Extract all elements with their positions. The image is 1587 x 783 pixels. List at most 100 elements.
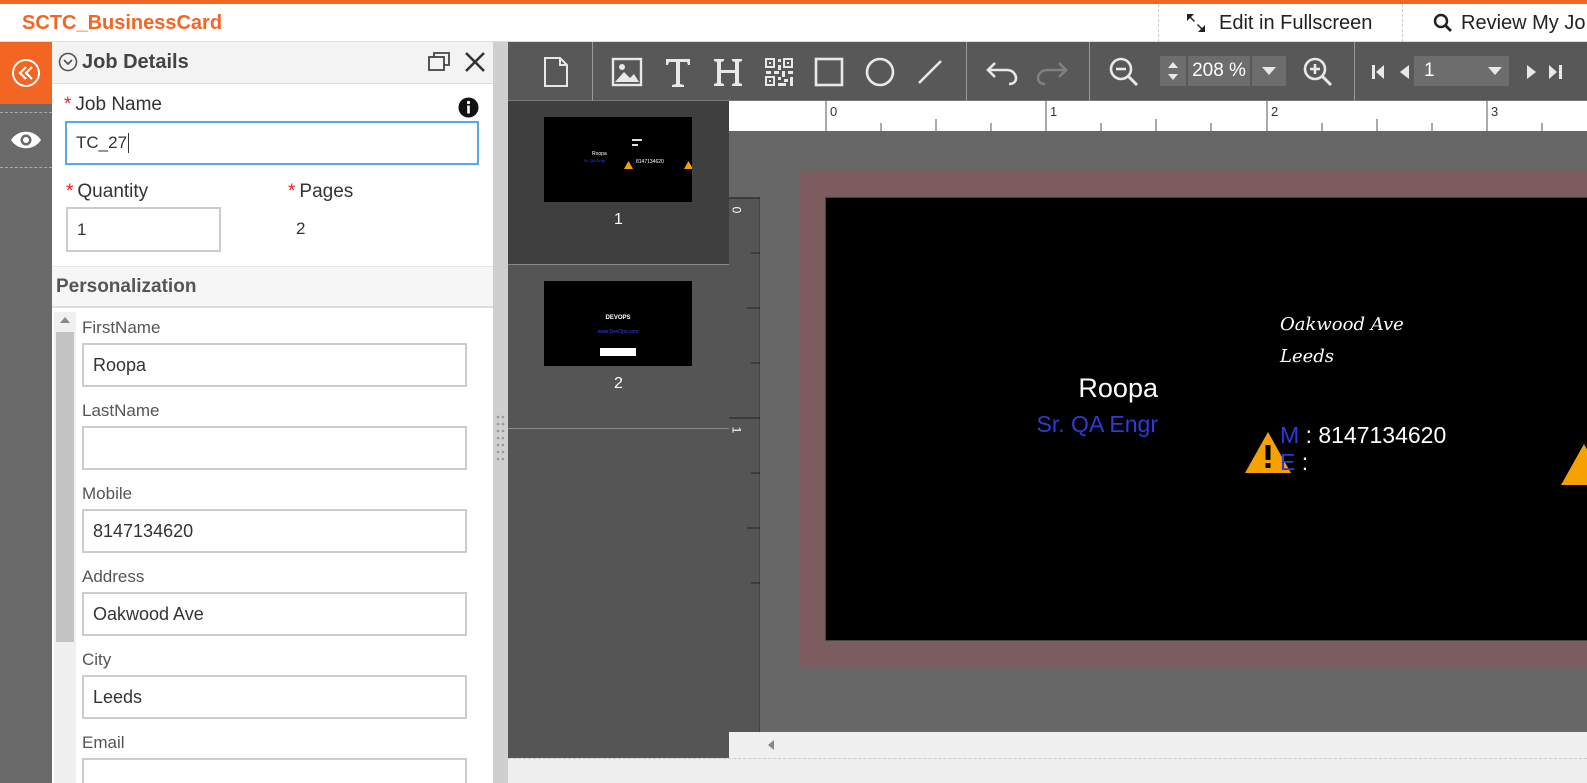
- email-label: Email: [82, 733, 125, 752]
- collapse-panel-button[interactable]: [0, 42, 52, 104]
- ellipse-tool-button[interactable]: [862, 54, 898, 90]
- close-icon[interactable]: [464, 51, 486, 73]
- vertical-ruler: 0 1: [729, 197, 760, 758]
- grip-icon: [496, 415, 505, 461]
- zoom-out-button[interactable]: [1106, 54, 1142, 90]
- business-card-page[interactable]: Roopa Sr. QA Engr Oakwood Ave Leeds M : …: [825, 197, 1587, 641]
- thumbnail-preview: Roopa Sr. QA Engr 8147134620: [544, 117, 692, 202]
- panel-splitter[interactable]: [493, 42, 508, 783]
- zoom-level-input[interactable]: 208 %: [1188, 56, 1250, 86]
- restore-window-icon[interactable]: [428, 52, 450, 72]
- last-page-button[interactable]: [1538, 54, 1574, 90]
- thumbnail-number: 2: [614, 375, 623, 392]
- line-tool-button[interactable]: [912, 54, 948, 90]
- email-input[interactable]: [82, 758, 467, 783]
- page-thumbnail-2[interactable]: DEVOPS www.DevOps.com 2: [508, 265, 729, 429]
- zoom-out-icon: [1109, 57, 1139, 87]
- search-icon: [1433, 13, 1452, 32]
- document-icon: [544, 57, 568, 87]
- zoom-dropdown-button[interactable]: [1252, 56, 1286, 86]
- pages-value: 2: [296, 219, 306, 238]
- scroll-thumb[interactable]: [56, 332, 74, 642]
- left-rail: [0, 42, 52, 783]
- page-thumbnail-1[interactable]: Roopa Sr. QA Engr 8147134620 1: [508, 101, 729, 265]
- scroll-up-arrow-icon[interactable]: [59, 316, 71, 324]
- undo-button[interactable]: [984, 54, 1020, 90]
- editor-toolbar: 208 % 1: [508, 42, 1587, 101]
- thumbnail-preview: DEVOPS www.DevOps.com: [544, 281, 692, 366]
- text-tool-button[interactable]: [660, 54, 696, 90]
- preview-toggle-button[interactable]: [0, 112, 52, 168]
- panel-scrollbar[interactable]: [54, 312, 76, 783]
- lastname-input[interactable]: [82, 426, 467, 470]
- warning-icon: [684, 161, 692, 169]
- redo-icon: [1036, 62, 1068, 86]
- top-bar: SCTC_BusinessCard Edit in Fullscreen Rev…: [0, 0, 1587, 42]
- edit-fullscreen-button[interactable]: Edit in Fullscreen: [1158, 4, 1402, 42]
- page-dropdown-button[interactable]: [1482, 56, 1509, 86]
- page-tool-button[interactable]: [538, 54, 574, 90]
- heading-h-icon: [714, 59, 742, 86]
- address-label: Address: [82, 567, 145, 586]
- ruler-ticks: [825, 101, 1543, 131]
- mobile-label: Mobile: [82, 484, 133, 503]
- status-strip: [508, 758, 1587, 783]
- card-mobile-line[interactable]: M : 8147134620: [1280, 422, 1446, 449]
- review-my-job-label: Review My Jo: [1461, 11, 1586, 34]
- thumbnail-number: 1: [614, 211, 623, 228]
- scroll-left-arrow-icon[interactable]: [767, 739, 775, 751]
- quantity-label: * Quantity: [66, 181, 149, 202]
- info-icon[interactable]: [458, 97, 479, 118]
- last-page-icon: [1549, 65, 1562, 79]
- quantity-input[interactable]: 1: [66, 207, 221, 252]
- warning-icon: [624, 161, 633, 169]
- undo-icon: [986, 62, 1018, 86]
- job-name-input[interactable]: TC_27: [65, 121, 479, 165]
- card-address-line2[interactable]: Leeds: [1280, 346, 1334, 367]
- city-label: City: [82, 650, 112, 669]
- edit-fullscreen-label: Edit in Fullscreen: [1219, 11, 1373, 34]
- zoom-stepper[interactable]: [1160, 56, 1186, 86]
- job-details-panel: Job Details * Job Name TC_27 * Quantity 1 …: [52, 42, 493, 783]
- horizontal-ruler: 0 1 2 3: [729, 101, 1587, 131]
- canvas-horizontal-scrollbar[interactable]: [729, 732, 1587, 758]
- chevron-down-circle-icon[interactable]: [58, 52, 78, 72]
- city-input[interactable]: Leeds: [82, 675, 467, 719]
- personalization-section-header: Personalization: [52, 266, 493, 308]
- panel-header: Job Details: [52, 42, 493, 84]
- vruler-ticks: [729, 197, 760, 584]
- page-thumbnails: Roopa Sr. QA Engr 8147134620 1 DEVOPS ww…: [508, 101, 729, 783]
- caret-down-icon: [1488, 67, 1502, 75]
- eye-icon: [11, 131, 41, 149]
- redo-button[interactable]: [1034, 54, 1070, 90]
- pages-label: * Pages: [288, 181, 354, 202]
- firstname-label: FirstName: [82, 318, 161, 337]
- image-icon: [611, 57, 643, 87]
- address-input[interactable]: Oakwood Ave: [82, 592, 467, 636]
- rectangle-icon: [814, 57, 844, 87]
- text-t-icon: [666, 59, 690, 87]
- job-name-label: * Job Name: [64, 94, 163, 115]
- zoom-in-button[interactable]: [1300, 54, 1336, 90]
- qrcode-icon: [765, 58, 793, 86]
- image-tool-button[interactable]: [609, 54, 645, 90]
- card-address-line1[interactable]: Oakwood Ave: [1280, 314, 1404, 335]
- line-icon: [918, 60, 942, 84]
- lastname-label: LastName: [82, 401, 160, 420]
- card-title-text[interactable]: Sr. QA Engr: [826, 411, 1158, 438]
- panel-title: Job Details: [82, 51, 189, 73]
- design-canvas[interactable]: 0 1 2 3 0 1 Roopa Sr. QA Engr Oakwood Av…: [729, 101, 1587, 758]
- app-title: SCTC_BusinessCard: [22, 12, 223, 34]
- card-email-line[interactable]: E :: [1280, 449, 1308, 476]
- warning-icon[interactable]: [1560, 443, 1587, 486]
- mobile-input[interactable]: 8147134620: [82, 509, 467, 553]
- rectangle-tool-button[interactable]: [811, 54, 847, 90]
- review-my-job-button[interactable]: Review My Jo: [1402, 4, 1587, 42]
- circle-icon: [865, 57, 895, 87]
- heading-tool-button[interactable]: [710, 54, 746, 90]
- qrcode-tool-button[interactable]: [761, 54, 797, 90]
- card-name-text[interactable]: Roopa: [826, 373, 1158, 404]
- firstname-input[interactable]: Roopa: [82, 343, 467, 387]
- stepper-arrows-icon: [1168, 62, 1178, 80]
- caret-down-icon: [1262, 67, 1276, 75]
